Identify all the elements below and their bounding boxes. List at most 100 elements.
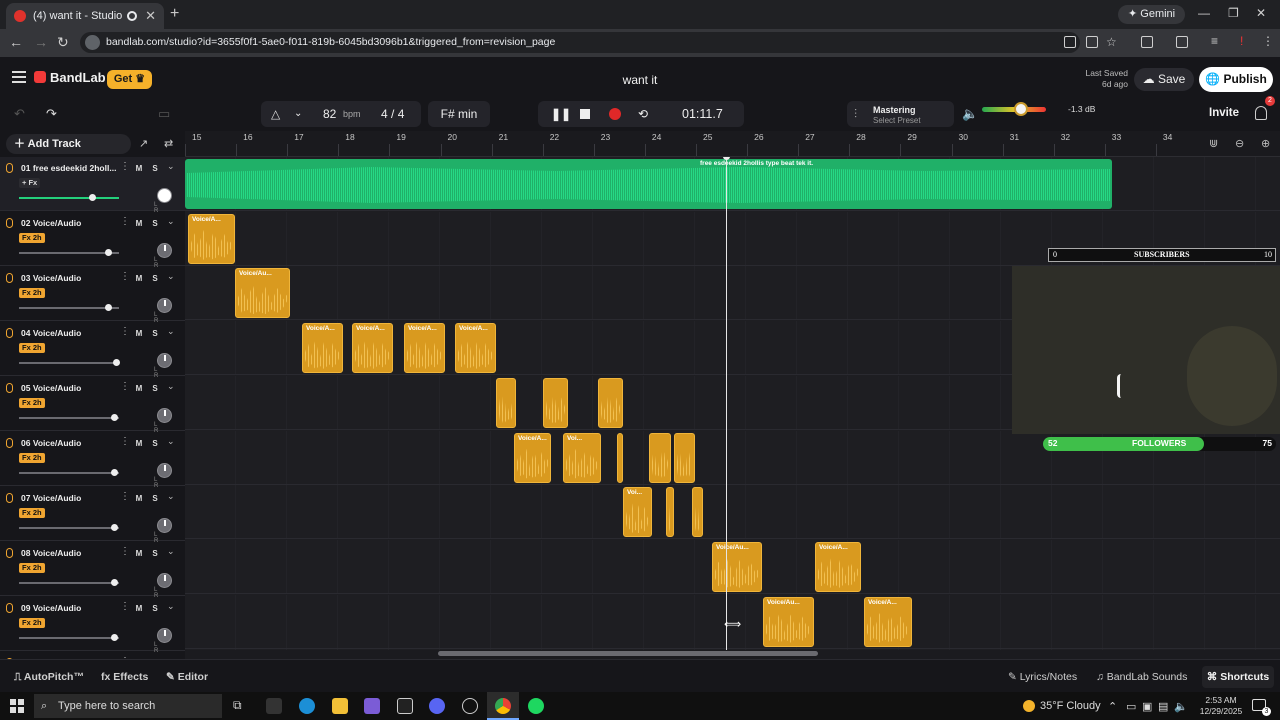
mute-button[interactable]: M	[133, 383, 145, 394]
track-lane[interactable]	[185, 485, 1280, 540]
track-header[interactable]: 02 Voice/Audio ⋮ M S ⌄ Fx 2h L R	[0, 212, 185, 269]
track-lane[interactable]	[185, 649, 1280, 650]
solo-button[interactable]: S	[149, 603, 161, 614]
redo-icon[interactable]: ↷	[46, 106, 57, 122]
new-tab-button[interactable]: +	[170, 5, 179, 23]
expand-track-icon[interactable]: ⌄	[167, 216, 175, 227]
sidebar-toggle-icon[interactable]: ▭	[158, 106, 170, 122]
app-icon-2[interactable]	[397, 698, 413, 714]
song-title[interactable]: want it	[590, 73, 690, 87]
copilot-icon[interactable]	[364, 698, 380, 714]
automation-icon[interactable]: ↗	[139, 137, 148, 150]
audio-clip[interactable]	[598, 377, 623, 428]
mute-button[interactable]: M	[133, 163, 145, 174]
track-pan-knob[interactable]	[157, 518, 172, 533]
hamburger-menu-icon[interactable]	[12, 71, 26, 83]
solo-button[interactable]: S	[149, 438, 161, 449]
track-volume-slider[interactable]	[19, 304, 119, 311]
track-options-icon[interactable]: ⋮	[120, 546, 130, 557]
master-volume-knob[interactable]	[1014, 102, 1028, 116]
app-icon-1[interactable]	[266, 698, 282, 714]
audio-clip[interactable]	[543, 377, 568, 428]
track-pan-knob[interactable]	[157, 243, 172, 258]
track-volume-knob[interactable]	[105, 249, 112, 256]
time-signature[interactable]: 4 / 4	[381, 101, 404, 127]
track-header[interactable]: 03 Voice/Audio ⋮ M S ⌄ Fx 2h L R	[0, 267, 185, 324]
track-volume-knob[interactable]	[111, 524, 118, 531]
install-app-icon[interactable]	[1086, 36, 1098, 48]
track-volume-knob[interactable]	[111, 634, 118, 641]
audio-clip[interactable]: Voice/Au...	[763, 596, 814, 647]
track-name[interactable]: 01 free esdeekid 2holl...	[21, 163, 116, 173]
track-volume-knob[interactable]	[111, 579, 118, 586]
track-volume-slider[interactable]	[19, 194, 119, 201]
fx-button[interactable]: Fx 2h	[19, 398, 45, 408]
weather-icon[interactable]	[1023, 700, 1035, 712]
track-options-icon[interactable]: ⋮	[120, 161, 130, 172]
close-tab-icon[interactable]: ✕	[145, 8, 156, 24]
track-volume-slider[interactable]	[19, 359, 120, 366]
audio-clip[interactable]	[496, 377, 516, 428]
track-pan-knob[interactable]	[157, 628, 172, 643]
expand-track-icon[interactable]: ⌄	[167, 161, 175, 172]
track-settings-icon[interactable]: ⇄	[164, 137, 173, 150]
track-options-icon[interactable]: ⋮	[120, 436, 130, 447]
weather-text[interactable]: 35°F Cloudy	[1040, 700, 1101, 712]
forward-icon[interactable]: →	[34, 34, 48, 50]
discord-icon[interactable]	[429, 698, 445, 714]
solo-button[interactable]: S	[149, 328, 161, 339]
url-field[interactable]: bandlab.com/studio?id=3655f0f1-5ae0-f011…	[80, 32, 1080, 53]
cast-icon[interactable]	[1176, 36, 1188, 48]
track-header[interactable]: 09 Voice/Audio ⋮ M S ⌄ Fx 2h L R	[0, 597, 185, 654]
taskbar-search[interactable]: ⌕ Type here to search	[34, 694, 222, 718]
metronome-dropdown-icon[interactable]: ⌄	[294, 101, 302, 127]
fx-button[interactable]: Fx 2h	[19, 288, 45, 298]
close-window-icon[interactable]: ✕	[1256, 6, 1266, 20]
reader-mode-icon[interactable]	[1064, 36, 1076, 48]
tray-app2-icon[interactable]: ▣	[1142, 700, 1152, 713]
fx-button[interactable]: Fx 2h	[19, 618, 45, 628]
tray-chevron-icon[interactable]: ⌃	[1108, 700, 1117, 713]
mute-button[interactable]: M	[133, 548, 145, 559]
track-header[interactable]: 07 Voice/Audio ⋮ M S ⌄ Fx 2h L R	[0, 487, 185, 544]
taskbar-clock[interactable]: 2:53 AM 12/29/2025	[1196, 695, 1246, 717]
extensions-icon[interactable]	[1141, 36, 1153, 48]
audio-clip[interactable]: Voice/A...	[188, 213, 235, 264]
autopitch-button[interactable]: ⎍ AutoPitch™	[14, 671, 84, 684]
horizontal-scrollbar[interactable]	[438, 651, 818, 656]
track-volume-slider[interactable]	[19, 249, 119, 256]
audio-clip[interactable]	[617, 432, 623, 483]
track-volume-knob[interactable]	[89, 194, 96, 201]
audio-clip[interactable]: Voi...	[563, 432, 601, 483]
lyrics-notes-button[interactable]: ✎ Lyrics/Notes	[1008, 671, 1077, 683]
profile-icon[interactable]: !	[1240, 34, 1243, 48]
invite-button[interactable]: Invite	[1209, 107, 1239, 119]
solo-button[interactable]: S	[149, 273, 161, 284]
audio-clip[interactable]: Voice/A...	[514, 432, 551, 483]
audio-clip[interactable]	[692, 487, 703, 538]
track-options-icon[interactable]: ⋮	[120, 601, 130, 612]
network-icon[interactable]: ▤	[1158, 700, 1168, 713]
expand-track-icon[interactable]: ⌄	[167, 601, 175, 612]
bpm-value[interactable]: 82	[323, 101, 336, 127]
solo-button[interactable]: S	[149, 163, 161, 174]
expand-track-icon[interactable]: ⌄	[167, 436, 175, 447]
track-header[interactable]: 04 Voice/Audio ⋮ M S ⌄ Fx 2h L R	[0, 322, 185, 379]
speaker-icon[interactable]: 🔈	[962, 106, 978, 122]
reload-icon[interactable]: ↻	[57, 34, 69, 51]
track-name[interactable]: 09 Voice/Audio	[21, 603, 116, 613]
track-options-icon[interactable]: ⋮	[120, 326, 130, 337]
audio-clip[interactable]: Voice/A...	[455, 323, 496, 374]
fx-button[interactable]: + Fx	[19, 178, 41, 188]
track-volume-knob[interactable]	[111, 469, 118, 476]
track-name[interactable]: 03 Voice/Audio	[21, 273, 116, 283]
audio-clip[interactable]: Voice/A...	[352, 323, 393, 374]
audio-clip[interactable]	[649, 432, 671, 483]
track-volume-knob[interactable]	[105, 304, 112, 311]
pause-icon[interactable]: ❚❚	[551, 101, 571, 127]
tray-app-icon[interactable]: ▭	[1126, 700, 1136, 713]
zoom-in-icon[interactable]: ⊕	[1261, 137, 1270, 150]
track-volume-slider[interactable]	[19, 469, 119, 476]
audio-clip[interactable]	[674, 432, 695, 483]
back-icon[interactable]: ←	[9, 34, 23, 50]
